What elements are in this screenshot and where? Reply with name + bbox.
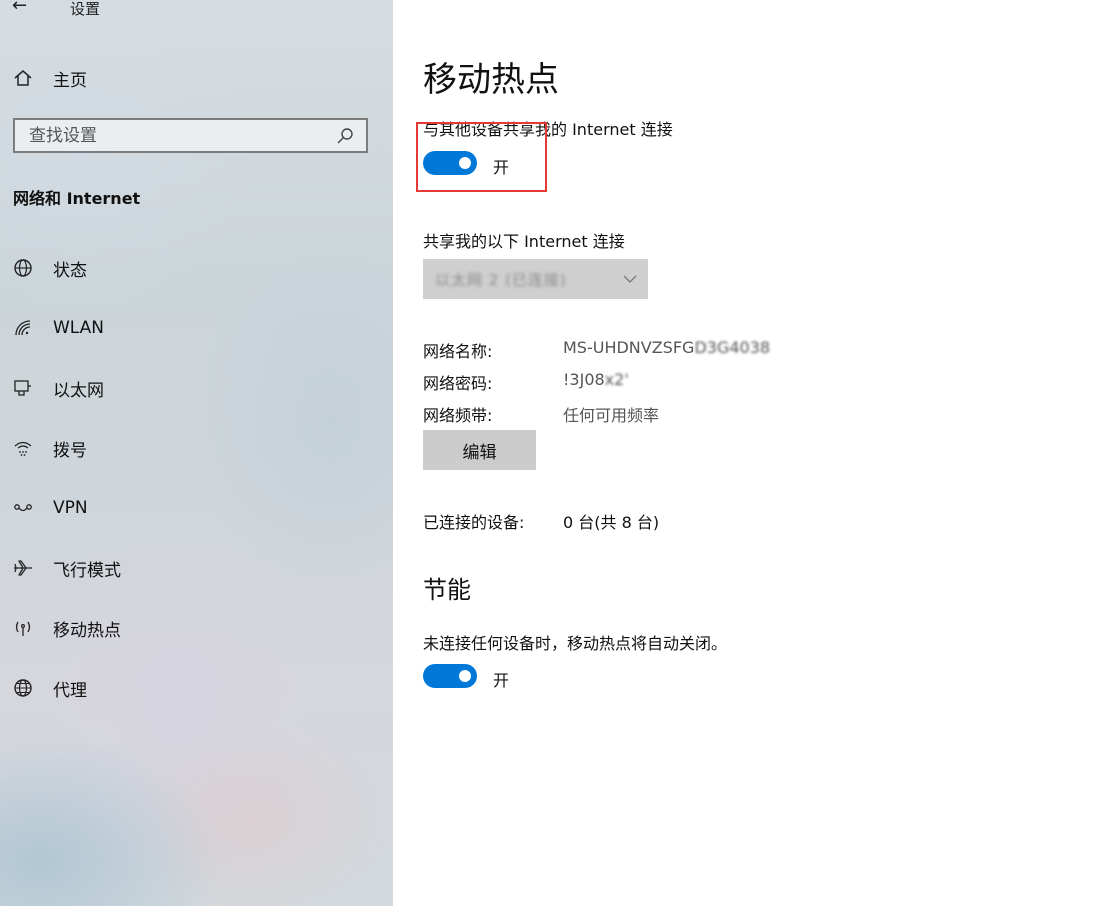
edit-button[interactable]: 编辑: [423, 430, 536, 470]
sidebar-item-label: 飞行模式: [53, 560, 121, 581]
connection-label: 共享我的以下 Internet 连接: [423, 232, 625, 251]
globe-status-icon: [12, 257, 34, 279]
network-name-text: MS-UHDNVZSFG: [563, 338, 695, 357]
settings-window: ← 设置 主页 网络和 Internet 状态 WLAN: [0, 0, 1095, 906]
sidebar-item-label: WLAN: [53, 318, 105, 338]
network-name-obscured: D3G4038: [694, 338, 771, 357]
back-arrow-icon[interactable]: ←: [12, 0, 36, 16]
sidebar-item-status[interactable]: 状态: [0, 248, 393, 288]
sidebar-item-label: 移动热点: [53, 620, 121, 641]
sidebar-item-label: 主页: [53, 70, 87, 91]
sidebar-item-wlan[interactable]: WLAN: [0, 308, 393, 348]
sidebar-item-airplane-mode[interactable]: 飞行模式: [0, 548, 393, 588]
airplane-icon: [12, 557, 34, 579]
network-password-label: 网络密码:: [423, 374, 493, 393]
sidebar-item-label: 代理: [53, 680, 87, 701]
sidebar-item-label: 以太网: [53, 380, 104, 401]
connection-dropdown-value: 以太网 2 (已连接): [435, 270, 567, 289]
home-icon: [12, 67, 34, 89]
sidebar-item-ethernet[interactable]: 以太网: [0, 368, 393, 408]
globe-icon: [12, 677, 34, 699]
network-password-value: !3J08x2': [563, 370, 629, 389]
main-content: 移动热点 与其他设备共享我的 Internet 连接 开 共享我的以下 Inte…: [393, 0, 1095, 906]
sidebar-item-dialup[interactable]: 拨号: [0, 428, 393, 468]
ethernet-icon: [12, 377, 34, 399]
sidebar-item-vpn[interactable]: VPN: [0, 488, 393, 528]
network-band-label: 网络频带:: [423, 406, 493, 425]
search-icon[interactable]: [336, 127, 358, 145]
sidebar-item-proxy[interactable]: 代理: [0, 668, 393, 708]
dialup-icon: [12, 437, 34, 459]
vpn-icon: [12, 497, 34, 519]
network-password-text: !3J08: [563, 370, 605, 389]
section-title: 网络和 Internet: [13, 189, 141, 208]
connected-devices-label: 已连接的设备:: [423, 513, 525, 532]
search-box: [13, 118, 368, 153]
sidebar-item-label: VPN: [53, 498, 88, 518]
sidebar-item-mobile-hotspot[interactable]: 移动热点: [0, 608, 393, 648]
sidebar-item-label: 拨号: [53, 440, 87, 461]
connection-dropdown[interactable]: 以太网 2 (已连接): [423, 259, 648, 299]
power-saving-toggle[interactable]: [423, 664, 477, 688]
toggle-knob: [459, 157, 471, 169]
power-saving-heading: 节能: [423, 576, 471, 604]
wifi-icon: [12, 317, 34, 339]
network-name-value: MS-UHDNVZSFGD3G4038: [563, 338, 770, 357]
hotspot-icon: [12, 617, 34, 639]
sidebar: ← 设置 主页 网络和 Internet 状态 WLAN: [0, 0, 393, 906]
search-input[interactable]: [15, 120, 336, 151]
sidebar-item-home[interactable]: 主页: [0, 58, 393, 98]
power-saving-description: 未连接任何设备时，移动热点将自动关闭。: [423, 634, 728, 653]
toggle-knob: [459, 670, 471, 682]
network-name-label: 网络名称:: [423, 342, 493, 361]
share-connection-toggle[interactable]: [423, 151, 477, 175]
network-band-value: 任何可用频率: [563, 406, 660, 425]
chevron-down-icon: [622, 271, 638, 291]
window-title: 设置: [70, 0, 101, 18]
network-password-obscured: x2': [604, 370, 629, 389]
sidebar-item-label: 状态: [53, 260, 87, 281]
power-saving-toggle-state: 开: [493, 671, 510, 690]
share-toggle-state: 开: [493, 158, 510, 177]
share-connection-label: 与其他设备共享我的 Internet 连接: [423, 120, 673, 139]
page-title: 移动热点: [423, 60, 559, 100]
connected-devices-value: 0 台(共 8 台): [563, 513, 660, 532]
